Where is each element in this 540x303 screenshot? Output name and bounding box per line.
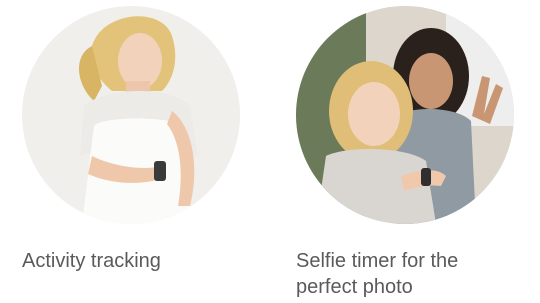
selfie-timer-caption: Selfie timer for the perfect photo — [296, 250, 459, 298]
selfie-timer-photo — [296, 6, 514, 224]
activity-tracking-photo — [22, 6, 240, 224]
feature-selfie-timer: Selfie timer for the perfect photo — [296, 6, 516, 300]
feature-activity-tracking: Activity tracking — [22, 6, 242, 274]
features-section: Activity tracking Selfie timer for the p… — [0, 0, 540, 303]
activity-tracking-caption: Activity tracking — [22, 250, 161, 272]
